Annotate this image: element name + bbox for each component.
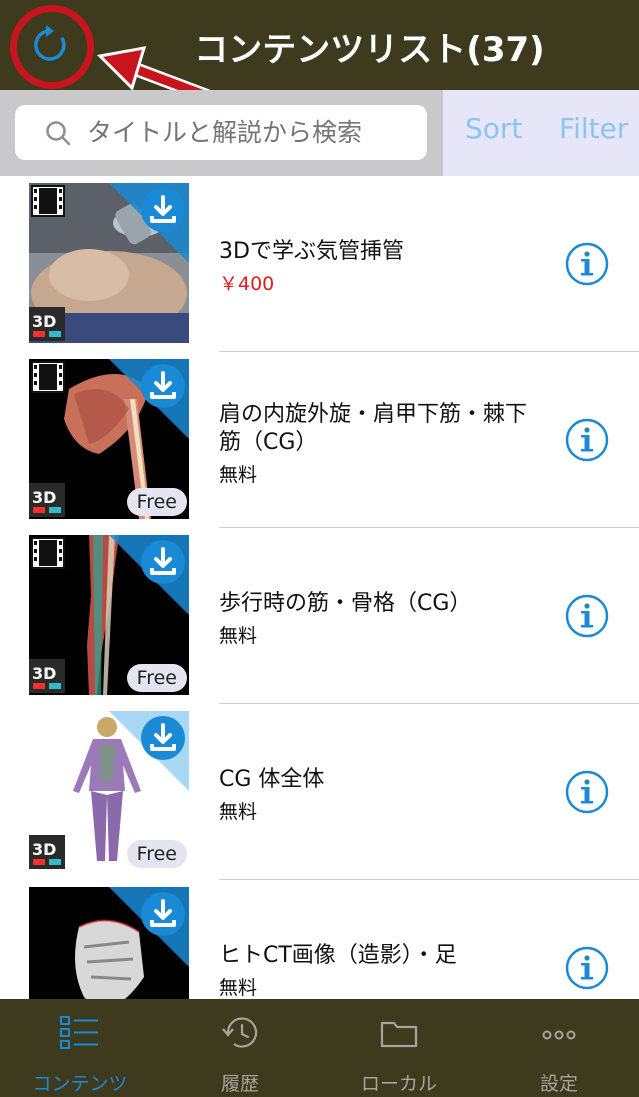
download-icon[interactable] bbox=[139, 714, 187, 762]
tab-contents[interactable]: コンテンツ bbox=[0, 999, 160, 1097]
list-item[interactable]: ヒトCT画像（造影）・足 無料 bbox=[0, 880, 639, 999]
video-icon bbox=[31, 361, 65, 393]
free-badge: Free bbox=[126, 664, 187, 692]
search-icon bbox=[46, 121, 71, 146]
3d-badge-icon: 3D bbox=[29, 307, 65, 341]
search-input[interactable] bbox=[87, 105, 417, 160]
tab-settings[interactable]: 設定 bbox=[479, 999, 639, 1097]
3d-badge-icon: 3D bbox=[29, 659, 65, 693]
free-badge: Free bbox=[126, 488, 187, 516]
page-title: コンテンツリスト(37) bbox=[0, 22, 639, 71]
info-icon[interactable] bbox=[565, 242, 609, 286]
content-price: 無料 bbox=[219, 801, 258, 823]
content-thumbnail: 3D Free bbox=[29, 711, 189, 871]
info-icon[interactable] bbox=[565, 946, 609, 990]
tab-label: 設定 bbox=[539, 1073, 578, 1095]
content-title: ヒトCT画像（造影）・足 bbox=[219, 943, 457, 968]
download-icon[interactable] bbox=[139, 538, 187, 586]
download-icon[interactable] bbox=[139, 186, 187, 234]
info-icon[interactable] bbox=[565, 770, 609, 814]
history-icon bbox=[222, 1017, 258, 1048]
content-title: CG 体全体 bbox=[219, 767, 325, 792]
content-price: ￥400 bbox=[219, 273, 275, 295]
3d-badge-icon: 3D bbox=[29, 483, 65, 517]
content-price: 無料 bbox=[219, 464, 258, 486]
tab-local[interactable]: ローカル bbox=[319, 999, 479, 1097]
free-badge: Free bbox=[126, 840, 187, 868]
content-title: 3Dで学ぶ気管挿管 bbox=[219, 239, 404, 264]
content-price: 無料 bbox=[219, 977, 258, 999]
content-title: 歩行時の筋・骨格（CG） bbox=[219, 591, 472, 616]
content-title: 肩の内旋外旋・肩甲下筋・棘下筋（CG） bbox=[219, 402, 528, 455]
tab-label: ローカル bbox=[360, 1073, 437, 1095]
download-icon[interactable] bbox=[139, 362, 187, 410]
page-title-text: コンテンツリスト(37) bbox=[194, 30, 545, 70]
video-icon bbox=[31, 537, 65, 569]
sort-filter-bar: Sort Filter bbox=[443, 90, 639, 176]
list-item[interactable]: 3D Free CG 体全体 無料 bbox=[0, 704, 639, 880]
folder-icon bbox=[380, 1021, 418, 1048]
content-thumbnail: 3D Free bbox=[29, 535, 189, 695]
list-item[interactable]: 3D Free 歩行時の筋・骨格（CG） 無料 bbox=[0, 528, 639, 704]
content-price: 無料 bbox=[219, 625, 258, 647]
3d-badge-text: 3D bbox=[32, 312, 56, 331]
content-list: 3D 3Dで学ぶ気管挿管 ￥400 3D Free 肩の内旋外旋・肩甲下筋・棘下… bbox=[0, 176, 639, 999]
tab-label: 履歴 bbox=[220, 1073, 259, 1095]
search-field[interactable] bbox=[15, 105, 427, 160]
tab-history[interactable]: 履歴 bbox=[160, 999, 320, 1097]
nav-bar: コンテンツリスト(37) bbox=[0, 0, 639, 90]
3d-badge-text: 3D bbox=[32, 664, 56, 683]
info-icon[interactable] bbox=[565, 418, 609, 462]
content-thumbnail: 3D bbox=[29, 183, 189, 343]
info-icon[interactable] bbox=[565, 594, 609, 638]
list-item[interactable]: 3D 3Dで学ぶ気管挿管 ￥400 bbox=[0, 176, 639, 352]
3d-badge-text: 3D bbox=[32, 488, 56, 507]
filter-button[interactable]: Filter bbox=[559, 112, 628, 145]
list-icon bbox=[60, 1016, 98, 1049]
3d-badge-icon: 3D bbox=[29, 835, 65, 869]
sort-button[interactable]: Sort bbox=[465, 112, 522, 145]
download-icon[interactable] bbox=[139, 890, 187, 938]
3d-badge-text: 3D bbox=[32, 840, 56, 859]
video-icon bbox=[31, 185, 65, 217]
content-thumbnail bbox=[29, 887, 189, 999]
tab-bar: コンテンツ 履歴 ローカル 設定 bbox=[0, 999, 639, 1097]
content-thumbnail: 3D Free bbox=[29, 359, 189, 519]
list-item[interactable]: 3D Free 肩の内旋外旋・肩甲下筋・棘下筋（CG） 無料 bbox=[0, 352, 639, 528]
more-icon bbox=[542, 1030, 576, 1040]
search-bar bbox=[0, 90, 443, 176]
tab-label: コンテンツ bbox=[32, 1073, 128, 1095]
